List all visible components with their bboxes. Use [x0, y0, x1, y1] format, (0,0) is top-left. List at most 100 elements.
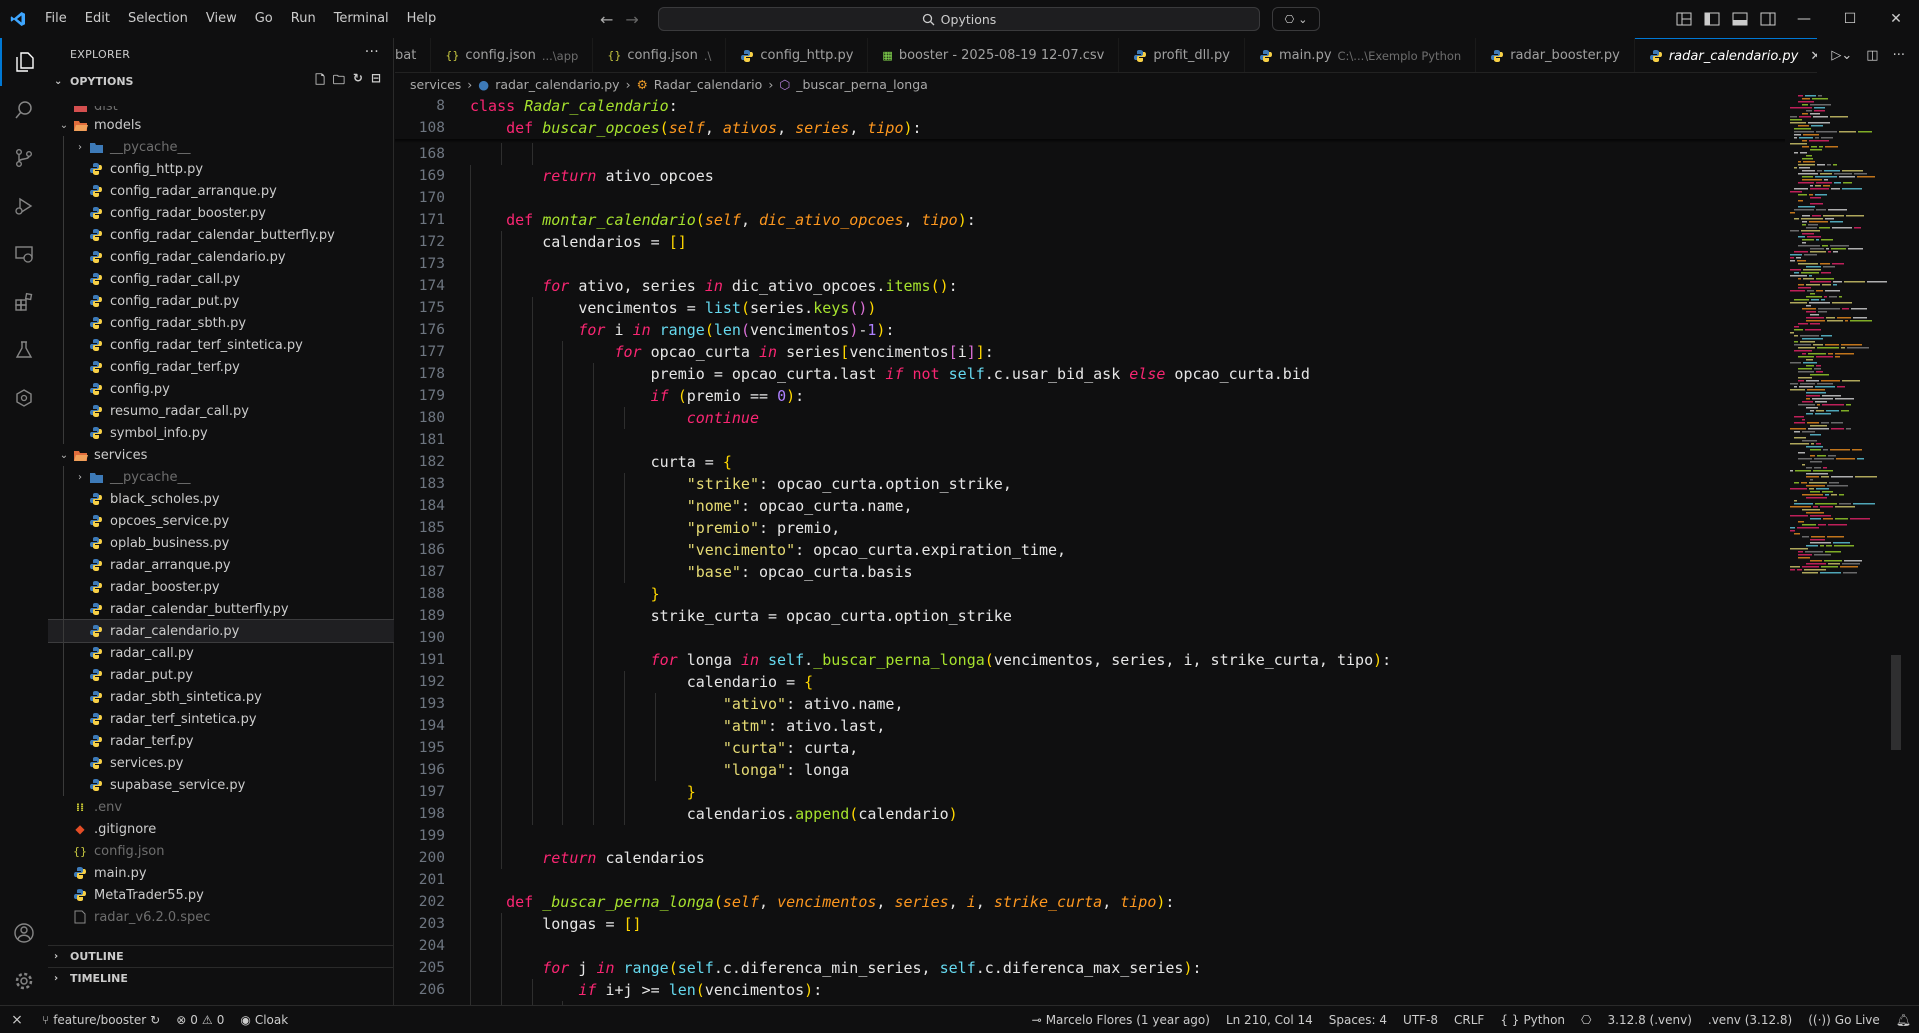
code-line[interactable]: 206 if i+j >= len(vencimentos):: [395, 979, 1785, 1001]
menu-edit[interactable]: Edit: [76, 0, 119, 38]
workspace-section-header[interactable]: ⌄ OPYTIONS 🗋 🗀 ↻ ⊟: [48, 70, 393, 92]
code-line[interactable]: 189 strike_curta = opcao_curta.option_st…: [395, 605, 1785, 627]
code-line[interactable]: 184 "nome": opcao_curta.name,: [395, 495, 1785, 517]
code-line[interactable]: 205 for j in range(self.c.diferenca_min_…: [395, 957, 1785, 979]
tree-item[interactable]: symbol_info.py: [48, 422, 394, 444]
code-line[interactable]: 187 "base": opcao_curta.basis: [395, 561, 1785, 583]
breadcrumb-class[interactable]: Radar_calendario: [654, 77, 763, 92]
code-line[interactable]: 177 for opcao_curta in series[vencimento…: [395, 341, 1785, 363]
code-line[interactable]: 197 }: [395, 781, 1785, 803]
menu-run[interactable]: Run: [282, 0, 325, 38]
breadcrumb-folder[interactable]: services: [410, 77, 461, 92]
editor-tab[interactable]: radar_booster.py: [1476, 38, 1635, 72]
tree-item[interactable]: radar_arranque.py: [48, 554, 394, 576]
more-actions-icon[interactable]: ···: [1893, 48, 1905, 63]
tree-item[interactable]: oplab_business.py: [48, 532, 394, 554]
manage-activity[interactable]: [0, 957, 48, 1005]
menu-help[interactable]: Help: [398, 0, 446, 38]
tree-item[interactable]: radar_call.py: [48, 642, 394, 664]
code-line[interactable]: 198 calendarios.append(calendario): [395, 803, 1785, 825]
tree-item[interactable]: radar_terf_sintetica.py: [48, 708, 394, 730]
code-lines[interactable]: 168 169 return ativo_opcoes 170 171 def mon…: [395, 143, 1785, 1005]
tree-item[interactable]: › __pycache__: [48, 136, 394, 158]
close-window-icon[interactable]: ✕: [1873, 0, 1919, 38]
tree-item[interactable]: config_http.py: [48, 158, 394, 180]
editor-tab[interactable]: {} config.json ...\app: [431, 38, 594, 72]
language-mode-status[interactable]: { } Python: [1492, 1013, 1573, 1027]
code-line[interactable]: 193 "ativo": ativo.name,: [395, 693, 1785, 715]
tree-item[interactable]: black_scholes.py: [48, 488, 394, 510]
breadcrumb-method[interactable]: _buscar_perna_longa: [796, 77, 928, 92]
code-line[interactable]: 188 }: [395, 583, 1785, 605]
code-line[interactable]: 181: [395, 429, 1785, 451]
gitlens-activity[interactable]: [0, 374, 48, 422]
code-line[interactable]: 203 longas = []: [395, 913, 1785, 935]
tree-item[interactable]: config_radar_booster.py: [48, 202, 394, 224]
tree-item[interactable]: {} config.json: [48, 840, 394, 862]
outline-section-header[interactable]: › OUTLINE: [48, 945, 394, 967]
editor-tab[interactable]: radar_calendario.py ✕: [1634, 38, 1837, 72]
menu-view[interactable]: View: [197, 0, 246, 38]
python-interpreter-status[interactable]: 3.12.8 (.venv): [1600, 1013, 1700, 1027]
code-line[interactable]: 168: [395, 143, 1785, 165]
cloak-status[interactable]: ◉ Cloak: [232, 1013, 296, 1027]
customize-layout-icon[interactable]: [1676, 12, 1692, 26]
tree-item[interactable]: radar_calendar_butterfly.py: [48, 598, 394, 620]
code-line[interactable]: 194 "atm": ativo.last,: [395, 715, 1785, 737]
tree-item[interactable]: config_radar_terf.py: [48, 356, 394, 378]
tree-item[interactable]: opcoes_service.py: [48, 510, 394, 532]
tree-item[interactable]: radar_booster.py: [48, 576, 394, 598]
code-line[interactable]: 204: [395, 935, 1785, 957]
tree-item[interactable]: config_radar_calendar_butterfly.py: [48, 224, 394, 246]
sticky-line[interactable]: 108 def buscar_opcoes(self, ativos, seri…: [395, 117, 1785, 139]
problems-status[interactable]: ⊗ 0 ⚠ 0: [168, 1013, 232, 1027]
sticky-line[interactable]: 8 class Radar_calendario:: [395, 95, 1785, 117]
code-line[interactable]: 200 return calendarios: [395, 847, 1785, 869]
tree-item[interactable]: services.py: [48, 752, 394, 774]
toggle-panel-icon[interactable]: [1732, 12, 1748, 26]
accounts-activity[interactable]: [0, 909, 48, 957]
code-line[interactable]: 199: [395, 825, 1785, 847]
tree-item[interactable]: config_radar_sbth.py: [48, 312, 394, 334]
split-editor-icon[interactable]: ◫: [1866, 48, 1878, 63]
minimap[interactable]: [1785, 95, 1905, 1005]
code-line[interactable]: 170: [395, 187, 1785, 209]
code-line[interactable]: 172 calendarios = []: [395, 231, 1785, 253]
more-actions-icon[interactable]: ···: [365, 44, 379, 60]
remote-explorer-activity[interactable]: [0, 230, 48, 278]
maximize-icon[interactable]: ☐: [1827, 0, 1873, 38]
tree-item[interactable]: radar_terf.py: [48, 730, 394, 752]
tree-item[interactable]: MetaTrader55.py: [48, 884, 394, 906]
source-control-activity[interactable]: [0, 134, 48, 182]
code-line[interactable]: 173: [395, 253, 1785, 275]
editor-tab[interactable]: ▦ booster - 2025-08-19 12-07.csv: [868, 38, 1120, 72]
code-line[interactable]: 174 for ativo, series in dic_ativo_opcoe…: [395, 275, 1785, 297]
tree-item[interactable]: radar_calendario.py: [48, 619, 394, 643]
code-line[interactable]: 191 for longa in self._buscar_perna_long…: [395, 649, 1785, 671]
branch-status[interactable]: ⑂ feature/booster ↻: [34, 1013, 168, 1027]
tree-item[interactable]: radar_put.py: [48, 664, 394, 686]
vertical-scrollbar[interactable]: [1891, 655, 1901, 750]
code-line[interactable]: 190: [395, 627, 1785, 649]
tree-item[interactable]: › __pycache__: [48, 466, 394, 488]
command-center-search[interactable]: Opytions: [658, 7, 1260, 31]
toggle-primary-sidebar-icon[interactable]: [1704, 12, 1720, 26]
tree-item[interactable]: config_radar_call.py: [48, 268, 394, 290]
copilot-status[interactable]: ⎔: [1573, 1013, 1599, 1027]
editor-tab[interactable]: main.py C:\...\Exemplo Python: [1245, 38, 1477, 72]
code-line[interactable]: 186 "vencimento": opcao_curta.expiration…: [395, 539, 1785, 561]
code-line[interactable]: 183 "strike": opcao_curta.option_strike,: [395, 473, 1785, 495]
menu-selection[interactable]: Selection: [119, 0, 197, 38]
editor-tab[interactable]: profit_dll.py: [1119, 38, 1245, 72]
tree-item[interactable]: ⌄ services: [48, 444, 394, 466]
new-file-icon[interactable]: 🗋: [315, 71, 325, 92]
extensions-activity[interactable]: [0, 278, 48, 326]
tree-item[interactable]: ⌄ models: [48, 114, 394, 136]
run-python-icon[interactable]: ▷⌄: [1831, 48, 1852, 63]
code-line[interactable]: 171 def montar_calendario(self, dic_ativ…: [395, 209, 1785, 231]
notifications-status[interactable]: 🔔︎: [1888, 1013, 1919, 1027]
toggle-secondary-sidebar-icon[interactable]: [1760, 12, 1776, 26]
tree-item[interactable]: config_radar_terf_sintetica.py: [48, 334, 394, 356]
encoding-status[interactable]: UTF-8: [1395, 1013, 1446, 1027]
testing-activity[interactable]: [0, 326, 48, 374]
